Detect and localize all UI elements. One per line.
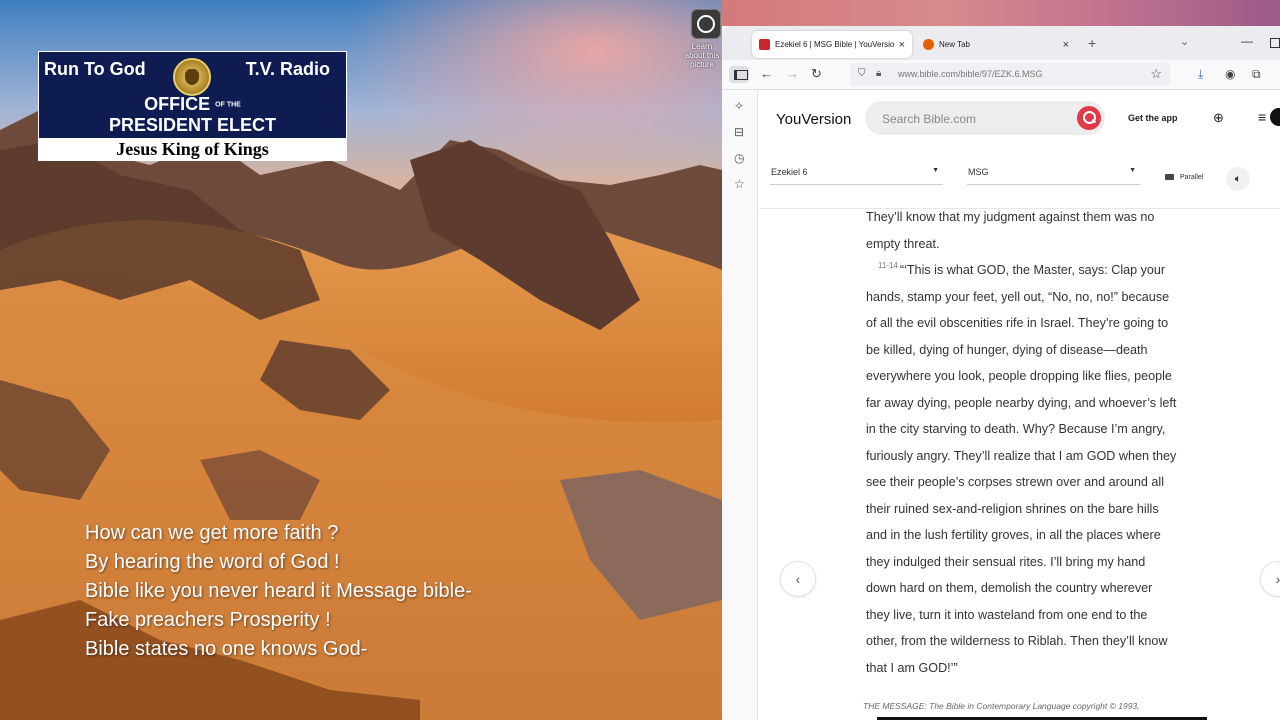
search-placeholder[interactable]: Search Bible.com [882, 112, 976, 126]
forward-icon[interactable]: → [786, 66, 799, 81]
parallel-button[interactable]: Parallel [1165, 174, 1203, 181]
verse-line: 11-14 “‘This is what GOD, the Master, say… [866, 257, 1216, 284]
lock-icon[interactable]: 🔒︎ [876, 68, 881, 79]
verse-line: empty threat. [866, 236, 940, 251]
youversion-favicon-icon [759, 39, 770, 50]
verse-line: they indulged their sensual rites. I’ll … [866, 554, 1146, 569]
verse-line: hands, stamp your feet, yell out, “No, n… [866, 289, 1170, 304]
previous-chapter-button[interactable]: ‹ [780, 561, 816, 597]
bookmark-star-icon[interactable]: ☆ [1150, 66, 1162, 82]
verse-line: They’ll know that my judgment against th… [866, 210, 1155, 224]
overlay-line: Bible states no one knows God- [85, 638, 368, 660]
tracking-shield-icon[interactable]: ⛉ [858, 68, 866, 79]
extensions-icon[interactable]: ⧉ [1252, 67, 1261, 82]
navigation-toolbar: ← → ↻ ⛉ 🔒︎ www.bible.com/bible/97/EZK.6.… [722, 60, 1280, 90]
account-icon[interactable]: ◉ [1225, 67, 1235, 81]
verse-line: their ruined sex-and-religion shrines on… [866, 501, 1159, 516]
tab-title: Ezekiel 6 | MSG Bible | YouVersion [775, 40, 895, 49]
ai-chat-icon[interactable]: ✧ [734, 99, 744, 113]
minimize-icon[interactable]: — [1241, 34, 1253, 48]
verse-line: furiously angry. They’ll realize that I … [866, 448, 1177, 463]
parallel-icon [1165, 174, 1174, 181]
next-chapter-button[interactable]: › [1260, 561, 1280, 597]
chevron-right-icon: › [1275, 571, 1280, 587]
tab-bar: Ezekiel 6 | MSG Bible | YouVersion × New… [722, 26, 1280, 60]
verse-line: everywhere you look, people dropping lik… [866, 369, 1172, 383]
overlay-line: How can we get more faith ? [85, 522, 339, 544]
new-tab-button[interactable]: + [1088, 35, 1096, 51]
titlebar-background [722, 0, 1280, 26]
office-line2: PRESIDENT ELECT [108, 115, 277, 136]
language-globe-icon[interactable]: ⊕ [1213, 110, 1224, 126]
verse-line: and in the lush fertility groves, in all… [866, 528, 1161, 542]
verse-line: see their people’s corpses strewn over a… [866, 475, 1164, 489]
overlay-line: Fake preachers Prosperity ! [85, 609, 331, 631]
overlay-line: Bible like you never heard it Message bi… [85, 580, 472, 602]
search-icon[interactable] [1077, 106, 1101, 130]
verse-line: they live, turn it into wasteland from o… [866, 607, 1148, 622]
close-icon[interactable]: × [1063, 39, 1069, 51]
reload-icon[interactable]: ↻ [811, 66, 822, 82]
maximize-icon[interactable] [1270, 38, 1280, 48]
verse-line: far away dying, people nearby dying, and… [866, 395, 1177, 410]
office-title: OFFICE OF THE PRESIDENT ELECT [39, 94, 346, 135]
audio-speaker-icon[interactable]: 🔈︎ [1226, 167, 1250, 191]
version-value[interactable]: MSG [968, 167, 989, 177]
desktop-icon-label[interactable]: Learn about this picture [682, 42, 722, 69]
learn-about-picture-icon[interactable] [691, 9, 721, 39]
run-to-god-badge: Run To God T.V. Radio OFFICE OF THE PRES… [38, 51, 347, 161]
parallel-label: Parallel [1180, 174, 1204, 181]
verse-line: other, from the wilderness to Riblah. Th… [866, 634, 1168, 648]
bookmarks-icon[interactable]: ☆ [734, 177, 745, 191]
avatar[interactable] [1270, 108, 1280, 126]
book-chapter-select[interactable]: Ezekiel 6 ▼ [770, 165, 943, 185]
tab-new-tab[interactable]: New Tab × [916, 31, 1076, 58]
tab-title: New Tab [939, 40, 970, 49]
verse-line-text: “‘This is what GOD, the Master, says: Cl… [899, 263, 1166, 277]
verse-number: 11-14 [878, 261, 898, 270]
overlay-text: How can we get more faith ? By hearing t… [85, 519, 705, 664]
office-line1: OFFICE [144, 94, 211, 114]
caret-down-icon[interactable]: ▼ [1129, 167, 1136, 174]
menu-icon[interactable]: ≡ [1258, 109, 1266, 125]
bible-page: YouVersion Search Bible.com Get the app … [759, 90, 1280, 720]
book-chapter-value[interactable]: Ezekiel 6 [771, 167, 808, 177]
badge-right-text: T.V. Radio [245, 59, 330, 79]
badge-bottom-text: Jesus King of Kings [39, 138, 346, 160]
search-input[interactable]: Search Bible.com [865, 101, 1105, 135]
url-text[interactable]: www.bible.com/bible/97/EZK.6.MSG [898, 69, 1043, 79]
firefox-favicon-icon [923, 39, 934, 50]
overlay-line: By hearing the word of God ! [85, 551, 340, 573]
verse-line: in the city starving to death. Why? Beca… [866, 422, 1166, 436]
address-bar[interactable]: ⛉ 🔒︎ www.bible.com/bible/97/EZK.6.MSG ☆ [850, 63, 1170, 86]
chevron-down-icon[interactable]: ⌄ [1180, 35, 1189, 48]
presidential-seal-icon [173, 58, 211, 96]
verse-line: be killed, dying of hunger, dying of dis… [866, 342, 1148, 357]
verse-line: that I am GOD!’” [866, 660, 958, 675]
copyright-text: THE MESSAGE: The Bible in Contemporary L… [863, 701, 1140, 711]
downloads-icon[interactable]: ⤓ [1198, 67, 1203, 82]
synced-tabs-icon[interactable]: ⊟ [734, 125, 744, 139]
back-icon[interactable]: ← [760, 66, 773, 81]
badge-left-text: Run To God [44, 59, 146, 79]
office-of-the: OF THE [215, 101, 241, 109]
get-app-link[interactable]: Get the app [1128, 113, 1178, 123]
version-select[interactable]: MSG ▼ [967, 165, 1140, 185]
close-icon[interactable]: × [899, 39, 905, 51]
history-icon[interactable]: ◷ [734, 151, 744, 165]
youversion-logo[interactable]: YouVersion [776, 111, 851, 128]
caret-down-icon[interactable]: ▼ [932, 167, 939, 174]
browser-sidebar: ✧ ⊟ ◷ ☆ [722, 90, 758, 720]
verse-line: of all the evil obscenities rife in Isra… [866, 316, 1169, 330]
chapter-text: They’ll know that my judgment against th… [866, 204, 1216, 681]
chevron-left-icon: ‹ [795, 571, 801, 587]
tab-ezekiel[interactable]: Ezekiel 6 | MSG Bible | YouVersion × [752, 31, 912, 58]
desktop-wallpaper: Run To God T.V. Radio OFFICE OF THE PRES… [0, 0, 722, 720]
sidebar-toggle-icon[interactable] [729, 66, 749, 83]
verse-line: down hard on them, demolish the country … [866, 581, 1153, 595]
browser-window: Ezekiel 6 | MSG Bible | YouVersion × New… [722, 0, 1280, 720]
